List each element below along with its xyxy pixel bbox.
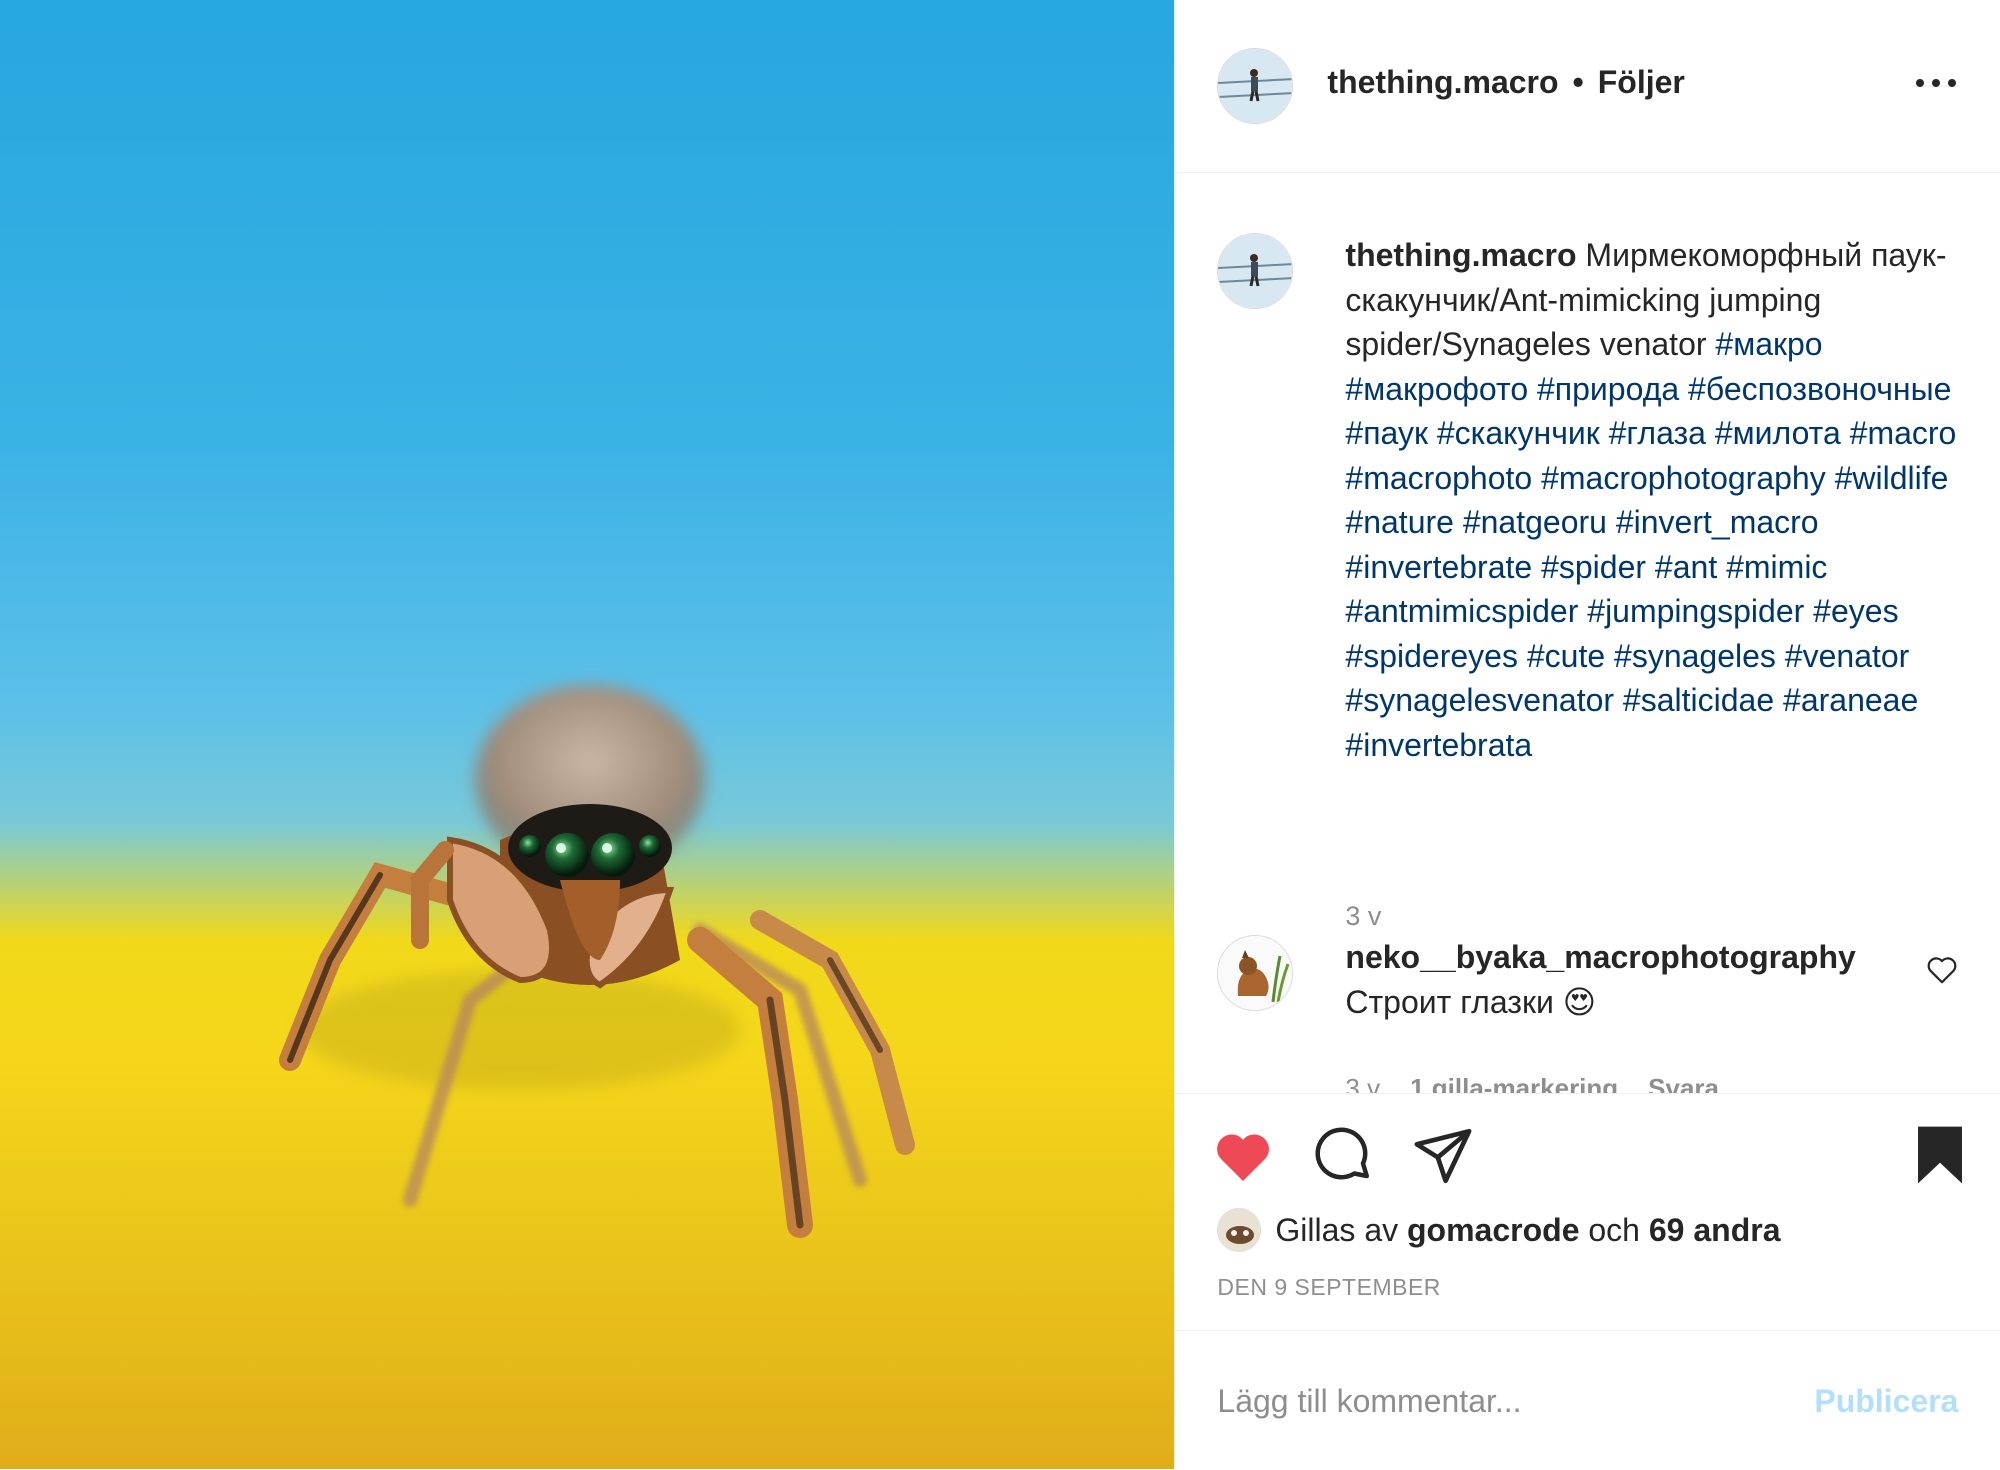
commenter-avatar[interactable] (1217, 935, 1294, 1011)
hashtag-link[interactable]: #invert_macro (1616, 504, 1819, 540)
hashtag-link[interactable]: #synagelesvenator (1345, 682, 1614, 718)
heart-filled-icon[interactable] (1213, 1128, 1273, 1184)
comment-icon[interactable] (1313, 1126, 1373, 1186)
post-photo[interactable] (0, 0, 1175, 1469)
hashtag-link[interactable]: #скакунчик (1437, 415, 1600, 451)
hashtag-link[interactable]: #jumpingspider (1587, 593, 1804, 629)
likes-prefix: Gillas av (1275, 1211, 1399, 1248)
caption-username[interactable]: thething.macro (1345, 237, 1576, 273)
follow-status-button[interactable]: Följer (1598, 64, 1685, 101)
post-actions: Gillas av gomacrode och 69 andra DEN 9 S… (1175, 1093, 2000, 1330)
hashtag-link[interactable]: #spidereyes (1345, 638, 1518, 674)
hashtag-link[interactable]: #macrophotography (1541, 460, 1826, 496)
avatar-image (1218, 1209, 1261, 1251)
comment-input[interactable] (1215, 1375, 1780, 1427)
liker-username[interactable]: gomacrode (1407, 1212, 1579, 1249)
hashtag-link[interactable]: #nature (1345, 504, 1454, 540)
hashtag-link[interactable]: #venator (1785, 638, 1910, 674)
comment-timestamp[interactable]: 3 v (1345, 1073, 1380, 1093)
caption-timestamp[interactable]: 3 v (1345, 901, 1381, 932)
likes-summary: Gillas av gomacrode och 69 andra (1217, 1208, 1780, 1252)
hashtag-link[interactable]: #macrophoto (1345, 460, 1532, 496)
author-username[interactable]: thething.macro (1327, 64, 1558, 101)
hashtag-link[interactable]: #макро (1715, 326, 1822, 362)
hashtag-link[interactable]: #mimic (1726, 549, 1827, 585)
bookmark-filled-icon[interactable] (1914, 1124, 1966, 1186)
hashtag-link[interactable]: #natgeoru (1463, 504, 1607, 540)
likes-others-count[interactable]: 69 andra (1649, 1212, 1781, 1249)
separator-dot: • (1572, 64, 1584, 100)
caption-author-avatar[interactable] (1217, 233, 1294, 309)
avatar-image (1218, 49, 1293, 123)
avatar-image (1218, 234, 1293, 308)
spider-illustration (0, 685, 1175, 1469)
comment-text: neko__byaka_macrophotography Строит глаз… (1345, 935, 1905, 1024)
hashtag-link[interactable]: #глаза (1609, 415, 1706, 451)
hashtag-link[interactable]: #spider (1541, 549, 1646, 585)
publish-button[interactable]: Publicera (1814, 1383, 1958, 1420)
instagram-post: thething.macro • Följer thething.macro М… (0, 0, 2000, 1469)
post-details-panel: thething.macro • Följer thething.macro М… (1174, 0, 2000, 1469)
comments-section[interactable]: thething.macro Мирмекоморфный паук-скаку… (1175, 173, 2000, 1093)
send-icon[interactable] (1411, 1126, 1475, 1186)
commenter-username[interactable]: neko__byaka_macrophotography (1345, 939, 1855, 975)
hashtag-link[interactable]: #invertebrate (1345, 549, 1532, 585)
hashtag-link[interactable]: #макрофото (1345, 371, 1528, 407)
add-comment-bar: Publicera (1175, 1330, 2000, 1470)
hashtag-link[interactable]: #macro (1850, 415, 1957, 451)
likes-middle: och (1588, 1211, 1640, 1248)
hashtag-link[interactable]: #invertebrata (1345, 727, 1532, 763)
caption-hashtags: #макро #макрофото #природа #беспозвоночн… (1345, 326, 1956, 763)
author-avatar[interactable] (1217, 48, 1294, 124)
caption-text: thething.macro Мирмекоморфный паук-скаку… (1345, 233, 1965, 767)
hashtag-link[interactable]: #wildlife (1835, 460, 1949, 496)
hashtag-link[interactable]: #araneae (1783, 682, 1918, 718)
reply-button[interactable]: Svara (1648, 1073, 1719, 1093)
hashtag-link[interactable]: #antmimicspider (1345, 593, 1578, 629)
comment-body: Строит глазки 😍 (1345, 983, 1597, 1020)
hashtag-link[interactable]: #ant (1655, 549, 1717, 585)
avatar-image (1218, 936, 1293, 1010)
comment-meta: 3 v 1 gilla-markering Svara (1345, 1073, 1719, 1093)
hashtag-link[interactable]: #salticidae (1623, 682, 1774, 718)
comment-likes-count[interactable]: 1 gilla-markering (1410, 1073, 1618, 1093)
liker-avatar[interactable] (1217, 1208, 1262, 1252)
comment-heart-icon[interactable] (1925, 955, 1959, 985)
hashtag-link[interactable]: #паук (1345, 415, 1428, 451)
more-options-icon[interactable] (1916, 68, 1957, 98)
hashtag-link[interactable]: #беспозвоночные (1688, 371, 1951, 407)
hashtag-link[interactable]: #eyes (1813, 593, 1898, 629)
hashtag-link[interactable]: #synageles (1614, 638, 1776, 674)
post-date[interactable]: DEN 9 SEPTEMBER (1217, 1274, 1441, 1301)
post-header: thething.macro • Följer (1175, 0, 2000, 173)
header-user-line: thething.macro • Följer (1327, 64, 1684, 101)
hashtag-link[interactable]: #милота (1715, 415, 1841, 451)
hashtag-link[interactable]: #cute (1527, 638, 1605, 674)
hashtag-link[interactable]: #природа (1537, 371, 1679, 407)
